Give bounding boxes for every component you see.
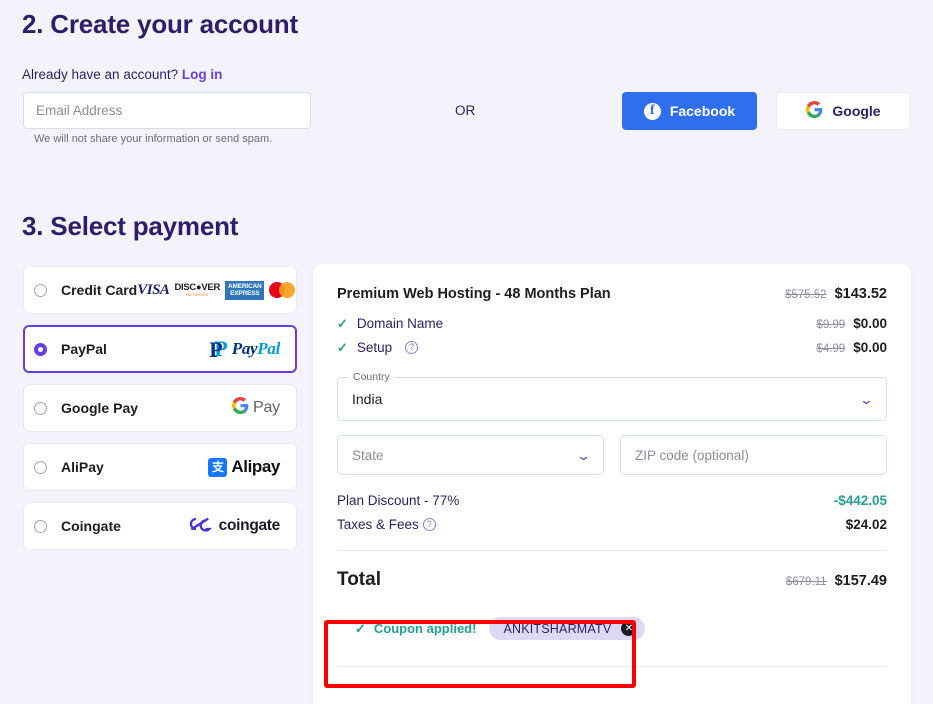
have-account-text: Already have an account? [22,67,179,82]
card-brand-logos: VISA DISC●VER NETWORK AMERICAN EXPRESS [137,280,296,300]
discover-icon: DISC●VER NETWORK [174,282,221,297]
total-label: Total [337,569,381,590]
feature-old-price: $4.99 [816,343,846,355]
paypal-icon: P [209,338,228,362]
have-account-row: Already have an account? Log in [22,67,222,82]
paypal-logo-text-b: Pal [257,339,280,358]
checkout-page: 2. Create your account Already have an a… [0,0,933,704]
payment-method-label: Google Pay [61,400,139,416]
feature-row-domain: ✓ Domain Name $9.99 $0.00 [337,316,887,331]
google-icon [806,101,823,121]
state-placeholder: State [352,447,384,463]
payment-method-paypal[interactable]: PayPal P PayPal [23,325,297,373]
payment-method-alipay[interactable]: AliPay 支 Alipay [23,443,297,491]
page-title-create-account: 2. Create your account [22,9,298,39]
coingate-logo-text: coingate [218,517,281,534]
info-icon[interactable]: ? [405,341,419,354]
feature-row-setup: ✓ Setup ? $4.99 $0.00 [337,340,887,355]
payment-method-credit-card[interactable]: Credit Card VISA DISC●VER NETWORK AMERICA… [23,266,297,314]
radio-credit-card[interactable] [34,283,47,297]
state-select[interactable]: State ⌄ [337,435,604,475]
paypal-logo: P PayPal [209,338,280,362]
radio-coingate[interactable] [34,519,47,533]
feature-new-price: $0.00 [853,340,887,355]
total-old-price: $679.11 [785,576,827,588]
taxes-value: $24.02 [845,517,887,532]
country-value: India [352,391,383,407]
mastercard-icon [269,282,296,298]
facebook-button-label: Facebook [669,103,736,119]
zip-field[interactable]: ZIP code (optional) [620,435,887,475]
payment-method-label: Credit Card [61,282,138,298]
gpay-logo-text: Pay [253,399,280,416]
close-icon[interactable]: ✕ [621,621,637,636]
radio-alipay[interactable] [34,460,47,474]
divider [337,550,887,551]
alipay-logo-text: Alipay [231,457,280,476]
facebook-icon: f [643,102,661,120]
feature-new-price: $0.00 [853,316,887,331]
google-button-label: Google [832,103,881,119]
alipay-icon: 支 [208,457,228,477]
radio-google-pay[interactable] [34,401,47,415]
info-icon[interactable]: ? [422,518,436,531]
page-title-select-payment: 3. Select payment [22,211,239,241]
payment-method-google-pay[interactable]: Google Pay Pay [23,384,297,432]
radio-paypal[interactable] [34,342,47,356]
plan-row: Premium Web Hosting - 48 Months Plan $57… [337,286,887,302]
coingate-icon [186,515,212,538]
state-zip-row: State ⌄ ZIP code (optional) [337,435,887,475]
country-label: Country [349,371,394,383]
payment-method-label: AliPay [61,459,104,475]
discount-value: -$442.05 [833,493,887,508]
coupon-code: ANKITSHARMATV [503,621,612,636]
email-field[interactable] [23,92,311,129]
coupon-row: ✓ Coupon applied! ANKITSHARMATV ✕ [337,617,887,640]
coupon-chip: ANKITSHARMATV ✕ [489,617,646,640]
login-link[interactable]: Log in [182,67,223,82]
visa-icon: VISA [137,281,170,298]
facebook-login-button[interactable]: f Facebook [622,92,757,130]
feature-label: Domain Name [356,316,444,331]
plan-new-price: $143.52 [834,286,887,302]
gpay-logo: Pay [232,397,280,419]
feature-label: Setup [356,340,393,355]
coingate-logo: coingate [186,515,280,538]
discount-row: Plan Discount - 77% -$442.05 [337,493,887,508]
chevron-down-icon: ⌄ [858,391,875,407]
total-new-price: $157.49 [834,573,887,589]
check-icon: ✓ [337,316,348,331]
taxes-label: Taxes & Fees [337,517,419,532]
google-g-icon [232,397,249,419]
coupon-applied-label: Coupon applied! [373,621,477,636]
payment-method-list: Credit Card VISA DISC●VER NETWORK AMERICA… [23,266,297,561]
discount-label: Plan Discount - 77% [337,493,460,508]
alipay-logo: 支 Alipay [208,457,280,477]
chevron-down-icon: ⌄ [575,447,592,463]
plan-old-price: $575.52 [785,289,827,301]
privacy-note: We will not share your information or se… [34,133,273,145]
payment-method-label: Coingate [61,518,121,534]
divider [337,666,887,667]
or-separator-label: OR [455,103,476,118]
coupon-applied-status: ✓ Coupon applied! [355,621,476,636]
order-summary-card: Premium Web Hosting - 48 Months Plan $57… [313,264,911,704]
check-icon: ✓ [337,340,348,355]
payment-method-coingate[interactable]: Coingate coingate [23,502,297,550]
country-select[interactable]: Country India ⌄ [337,371,887,421]
feature-old-price: $9.99 [816,319,846,331]
check-icon: ✓ [355,621,366,636]
zip-placeholder: ZIP code (optional) [635,447,749,463]
total-row: Total $679.11 $157.49 [337,569,887,591]
paypal-logo-text-a: Pay [231,339,258,358]
amex-icon: AMERICAN EXPRESS [225,280,265,300]
plan-name: Premium Web Hosting - 48 Months Plan [337,286,611,302]
payment-method-label: PayPal [61,341,107,357]
taxes-row: Taxes & Fees ? $24.02 [337,517,887,532]
google-login-button[interactable]: Google [776,92,911,130]
